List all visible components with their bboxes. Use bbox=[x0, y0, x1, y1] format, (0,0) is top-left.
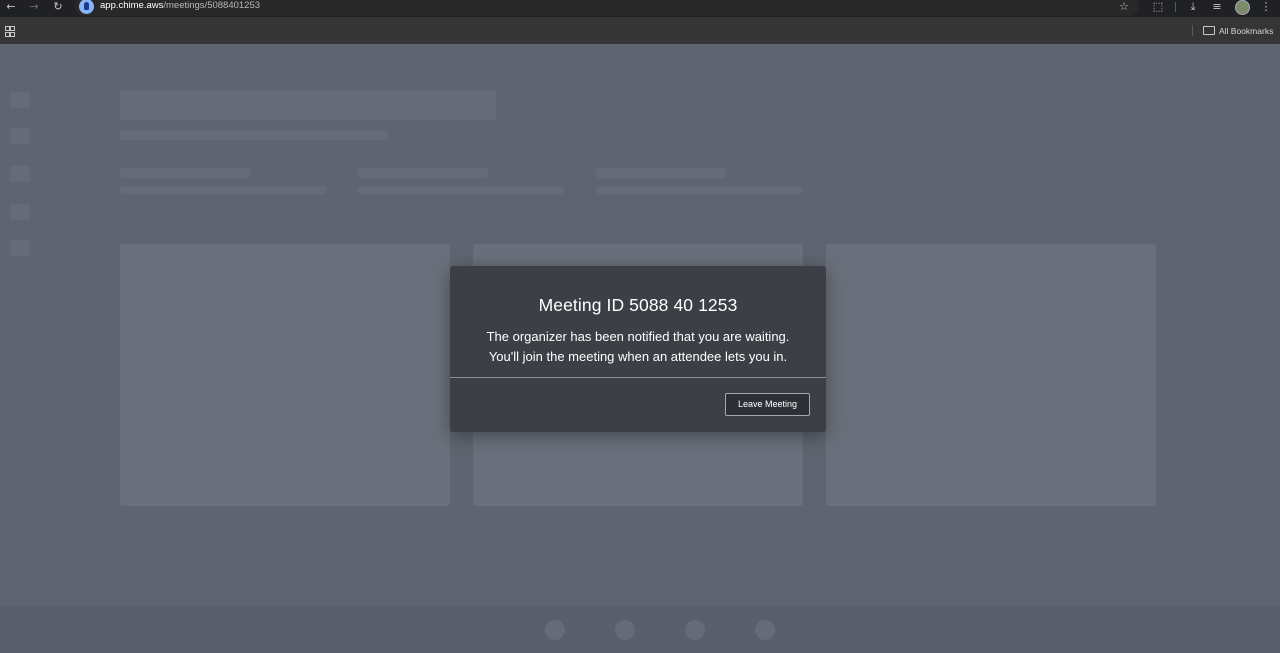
download-icon[interactable]: ⤓ bbox=[1186, 0, 1200, 14]
folder-icon bbox=[1203, 26, 1215, 35]
blurred-rail-item bbox=[10, 240, 30, 256]
url-host: app.chime.aws bbox=[100, 0, 164, 11]
blurred-subheader bbox=[120, 130, 388, 140]
all-bookmarks-button[interactable]: All Bookmarks bbox=[1203, 25, 1273, 37]
dialog-divider bbox=[450, 377, 826, 378]
waiting-message-line-2: You'll join the meeting when an attendee… bbox=[488, 349, 788, 364]
blurred-control-button bbox=[545, 620, 565, 640]
blurred-video-tile bbox=[120, 244, 450, 506]
meeting-id-title: Meeting ID 5088 40 1253 bbox=[538, 295, 738, 315]
toolbar-separator bbox=[1175, 2, 1176, 12]
kebab-menu-icon[interactable]: ⋮ bbox=[1259, 0, 1273, 14]
leave-meeting-button[interactable]: Leave Meeting bbox=[725, 393, 810, 416]
blurred-header bbox=[120, 90, 496, 120]
blurred-rail-item bbox=[10, 92, 30, 108]
blurred-control-button bbox=[685, 620, 705, 640]
blurred-rail-item bbox=[10, 204, 30, 220]
url-text[interactable]: app.chime.aws/meetings/5088401253 bbox=[100, 0, 260, 11]
playlist-icon[interactable]: ≡ bbox=[1210, 0, 1224, 14]
blurred-text bbox=[358, 186, 564, 194]
all-bookmarks-label: All Bookmarks bbox=[1219, 26, 1274, 36]
star-icon[interactable]: ☆ bbox=[1117, 0, 1131, 14]
blurred-control-bar bbox=[0, 606, 1280, 653]
blurred-text bbox=[120, 168, 250, 178]
blurred-control-button bbox=[615, 620, 635, 640]
blurred-rail-item bbox=[10, 166, 30, 182]
blurred-text bbox=[120, 186, 326, 194]
reload-icon[interactable]: ↻ bbox=[50, 0, 66, 14]
blurred-control-button bbox=[755, 620, 775, 640]
puzzle-icon[interactable]: ⬚ bbox=[1151, 0, 1165, 14]
blurred-video-tile bbox=[826, 244, 1156, 506]
url-path: /meetings/5088401253 bbox=[163, 0, 261, 11]
blurred-rail-item bbox=[10, 128, 30, 144]
address-bar[interactable]: app.chime.aws/meetings/5088401253 bbox=[75, 0, 1139, 16]
blurred-text bbox=[596, 168, 726, 178]
site-info-icon[interactable] bbox=[79, 0, 94, 14]
blurred-text bbox=[358, 168, 488, 178]
browser-toolbar: ← → ↻ app.chime.aws/meetings/5088401253 … bbox=[0, 0, 1280, 17]
waiting-message-line-1: The organizer has been notified that you… bbox=[486, 329, 790, 344]
bookmarks-separator bbox=[1192, 25, 1193, 36]
forward-icon[interactable]: → bbox=[26, 0, 42, 14]
waiting-room-dialog: Meeting ID 5088 40 1253 The organizer ha… bbox=[450, 266, 826, 432]
bookmarks-bar: All Bookmarks bbox=[0, 17, 1280, 44]
apps-grid-icon[interactable] bbox=[5, 26, 15, 37]
profile-avatar[interactable] bbox=[1235, 0, 1250, 15]
back-icon[interactable]: ← bbox=[3, 0, 19, 14]
blurred-text bbox=[596, 186, 802, 194]
